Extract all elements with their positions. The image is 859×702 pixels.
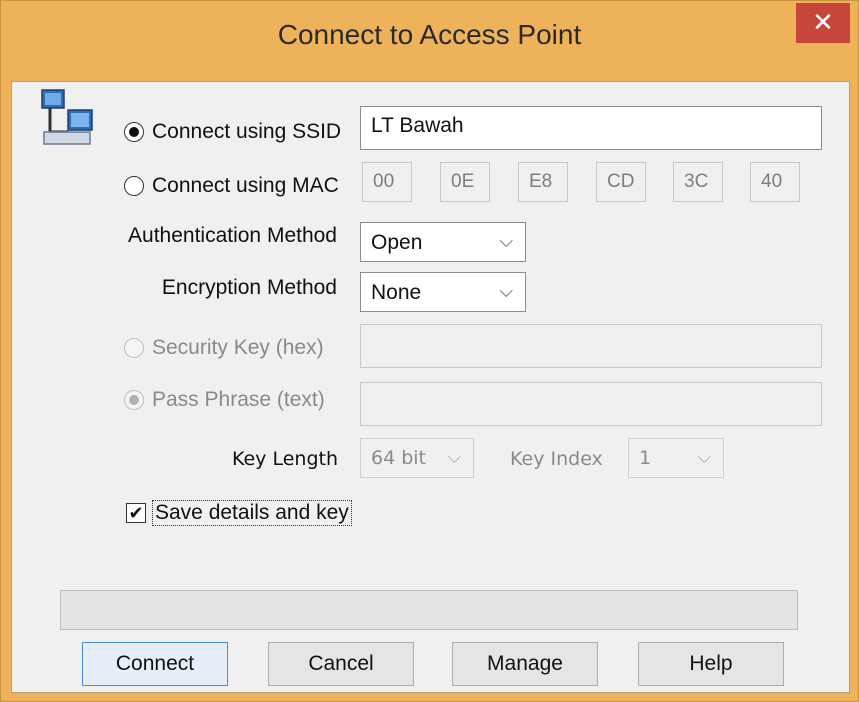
- auth-method-label: Authentication Method: [128, 224, 337, 247]
- chevron-down-icon: ⌵: [499, 281, 513, 301]
- chevron-down-icon: ⌵: [499, 231, 513, 251]
- security-key-label: Security Key (hex): [152, 336, 324, 359]
- connect-button[interactable]: Connect: [82, 642, 228, 686]
- encryption-method-select[interactable]: None ⌵: [360, 272, 526, 312]
- title-bar[interactable]: Connect to Access Point ✕: [1, 1, 858, 81]
- auth-method-value: Open: [371, 231, 423, 254]
- mac-octet-5[interactable]: 3C: [673, 162, 723, 202]
- mac-radio-indicator: [124, 176, 144, 196]
- connect-ssid-radio[interactable]: Connect using SSID: [124, 120, 341, 144]
- key-length-value: 64 bit: [371, 447, 427, 469]
- chevron-down-icon: ⌵: [697, 447, 711, 468]
- encryption-method-label: Encryption Method: [161, 276, 337, 299]
- key-length-select[interactable]: 64 bit ⌵: [360, 438, 474, 478]
- ssid-radio-label: Connect using SSID: [152, 120, 342, 143]
- network-computers-icon: [40, 88, 96, 150]
- help-button[interactable]: Help: [638, 642, 784, 686]
- manage-button[interactable]: Manage: [452, 642, 598, 686]
- cancel-button[interactable]: Cancel: [268, 642, 414, 686]
- ssid-radio-indicator: [124, 122, 144, 142]
- mac-octet-4[interactable]: CD: [596, 162, 646, 202]
- mac-radio-label: Connect using MAC: [152, 174, 339, 197]
- mac-octet-6[interactable]: 40: [750, 162, 800, 202]
- ssid-input[interactable]: LT Bawah: [360, 106, 822, 150]
- connect-mac-radio[interactable]: Connect using MAC: [124, 174, 339, 198]
- mac-octet-2[interactable]: 0E: [440, 162, 490, 202]
- pass-phrase-label: Pass Phrase (text): [152, 388, 325, 411]
- security-key-radio-indicator: [124, 338, 144, 358]
- key-index-select[interactable]: 1 ⌵: [628, 438, 724, 478]
- key-index-value: 1: [639, 447, 652, 469]
- dialog-window: Connect to Access Point ✕ Connect using …: [0, 0, 859, 702]
- key-length-label: Key Length: [231, 448, 338, 470]
- checkmark-icon: ✔: [126, 503, 146, 523]
- security-key-radio[interactable]: Security Key (hex): [124, 336, 324, 360]
- pass-phrase-input[interactable]: [360, 382, 822, 426]
- security-key-input[interactable]: [360, 324, 822, 368]
- mac-octet-1[interactable]: 00: [362, 162, 412, 202]
- key-index-label: Key Index: [510, 448, 603, 470]
- pass-phrase-radio[interactable]: Pass Phrase (text): [124, 388, 325, 412]
- progress-bar: [60, 590, 798, 630]
- auth-method-select[interactable]: Open ⌵: [360, 222, 526, 262]
- pass-phrase-radio-indicator: [124, 390, 144, 410]
- close-button[interactable]: ✕: [796, 3, 850, 43]
- save-details-label: Save details and key: [152, 500, 352, 526]
- mac-octet-3[interactable]: E8: [518, 162, 568, 202]
- chevron-down-icon: ⌵: [447, 447, 461, 468]
- dialog-body: Connect using SSID LT Bawah Connect usin…: [11, 81, 850, 693]
- window-title: Connect to Access Point: [277, 19, 582, 50]
- encryption-method-value: None: [371, 281, 422, 304]
- save-details-checkbox[interactable]: ✔ Save details and key: [126, 500, 352, 526]
